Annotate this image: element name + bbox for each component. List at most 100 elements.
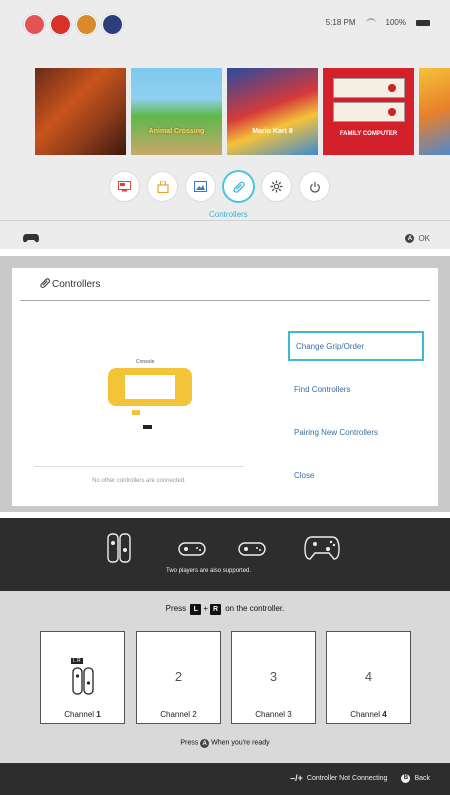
back-button[interactable]: Back xyxy=(414,775,430,782)
lr-indicator: L R xyxy=(71,658,83,664)
minus-plus-icon: –/+ xyxy=(290,773,303,783)
console-screen xyxy=(125,375,175,399)
cartridge-icon xyxy=(333,78,405,98)
change-grip-order-button[interactable]: Change Grip/Order xyxy=(288,331,424,361)
press-suffix: on the controller. xyxy=(225,604,285,613)
home-screen: 5:18 PM 100% Animal Crossing Mario Kart … xyxy=(0,0,450,249)
controller-link-icon xyxy=(233,181,245,193)
channel-label: Channel 1 xyxy=(41,710,124,719)
avatar[interactable] xyxy=(76,14,97,35)
controllers-menu: Change Grip/Order Find Controllers Pairi… xyxy=(288,331,438,503)
l-button-icon: L xyxy=(190,604,202,615)
ok-hint[interactable]: A OK xyxy=(405,234,430,243)
avatar[interactable] xyxy=(102,14,123,35)
game-tile[interactable] xyxy=(419,68,450,155)
battery-icon xyxy=(143,425,152,429)
channel-slot-4[interactable]: 4 Channel 4 xyxy=(326,631,411,724)
channel-index: 3 xyxy=(287,710,292,719)
power-icon xyxy=(309,181,320,193)
channel-text: Channel xyxy=(255,710,286,719)
ready-text: When you're ready xyxy=(211,739,270,747)
controllers-dialog: Controllers Console No other controllers… xyxy=(12,268,438,506)
game-row: Animal Crossing Mario Kart 8 FAMILY COMP… xyxy=(35,68,450,155)
a-button-icon: A xyxy=(200,739,210,748)
joycon-sideways-icon xyxy=(238,542,266,556)
r-button-icon: R xyxy=(209,604,221,615)
news-icon xyxy=(118,181,131,192)
joycon-grip-icon xyxy=(72,667,94,695)
status-bar: 5:18 PM 100% xyxy=(326,18,430,27)
cartridge-icon xyxy=(333,102,405,122)
news-button[interactable] xyxy=(110,172,139,201)
channel-slot-3[interactable]: 3 Channel 3 xyxy=(231,631,316,724)
console-label: Console xyxy=(136,359,155,365)
channel-index: 1 xyxy=(96,710,101,719)
game-tile[interactable]: Animal Crossing xyxy=(131,68,222,155)
channel-text: Channel xyxy=(64,710,95,719)
controllers-button[interactable] xyxy=(224,172,253,201)
divider xyxy=(34,466,244,467)
pro-controller-icon xyxy=(304,536,340,560)
ready-instruction: Press A When you're ready xyxy=(0,739,450,748)
gear-icon xyxy=(270,180,283,193)
channel-number: 4 xyxy=(364,669,373,684)
console-stand xyxy=(132,410,140,415)
settings-button[interactable] xyxy=(262,172,291,201)
channel-number: 2 xyxy=(174,669,183,684)
channel-index: 2 xyxy=(192,710,197,719)
eshop-button[interactable] xyxy=(148,172,177,201)
find-controllers-button[interactable]: Find Controllers xyxy=(288,374,424,404)
footer-hints: –/+ Controller Not Connecting B Back xyxy=(290,773,430,783)
channel-label: Channel 2 xyxy=(137,710,220,719)
avatar[interactable] xyxy=(24,14,45,35)
channel-index: 4 xyxy=(382,710,387,719)
joycon-sideways-icon xyxy=(178,542,206,556)
game-tile[interactable] xyxy=(35,68,126,155)
two-players-note: Two players are also supported. xyxy=(166,568,252,574)
channel-number: 3 xyxy=(269,669,278,684)
album-icon xyxy=(194,181,207,192)
home-menu xyxy=(110,172,329,201)
switch-lite-icon xyxy=(108,368,192,406)
no-controllers-text: No other controllers are connected. xyxy=(92,478,186,484)
plus-sign: + xyxy=(203,604,208,613)
selected-menu-label: Controllers xyxy=(209,210,248,219)
channel-text: Channel xyxy=(160,710,191,719)
channel-text: Channel xyxy=(350,710,381,719)
pairing-footer: –/+ Controller Not Connecting B Back xyxy=(0,763,450,795)
avatar[interactable] xyxy=(50,14,71,35)
shopping-bag-icon xyxy=(156,180,169,193)
press-instruction: Press L + R on the controller. xyxy=(0,604,450,615)
controller-link-icon xyxy=(40,278,51,289)
controller-types: Two players are also supported. xyxy=(0,518,450,588)
press-text: Press xyxy=(165,604,187,613)
home-footer: A OK xyxy=(0,220,450,249)
channel-label: Channel 3 xyxy=(232,710,315,719)
wifi-icon xyxy=(365,18,376,27)
game-title: FAMILY COMPUTER xyxy=(339,131,398,137)
ready-press: Press xyxy=(180,739,199,747)
joycon-pair-icon xyxy=(107,533,131,563)
game-tile[interactable]: Mario Kart 8 xyxy=(227,68,318,155)
user-avatars xyxy=(24,14,123,35)
channel-slot-2[interactable]: 2 Channel 2 xyxy=(136,631,221,724)
pairing-new-controllers-button[interactable]: Pairing New Controllers xyxy=(288,417,424,447)
game-tile[interactable]: FAMILY COMPUTER xyxy=(323,68,414,155)
game-title: Mario Kart 8 xyxy=(252,128,293,135)
b-button-icon: B xyxy=(401,773,411,783)
dialog-header: Controllers xyxy=(20,268,430,301)
close-button[interactable]: Close xyxy=(288,460,424,490)
channel-label: Channel 4 xyxy=(327,710,410,719)
a-button-icon: A xyxy=(405,234,415,243)
controllers-screen: Controllers Console No other controllers… xyxy=(0,256,450,512)
channel-slot-1[interactable]: L R Channel 1 xyxy=(40,631,125,724)
power-button[interactable] xyxy=(300,172,329,201)
not-connecting-link[interactable]: Controller Not Connecting xyxy=(307,775,388,782)
ok-label: OK xyxy=(418,234,430,243)
battery-percent: 100% xyxy=(385,18,406,27)
page-title: Controllers xyxy=(52,279,101,290)
battery-icon xyxy=(416,19,430,26)
gamepad-icon xyxy=(23,234,39,243)
album-button[interactable] xyxy=(186,172,215,201)
clock: 5:18 PM xyxy=(325,18,356,27)
